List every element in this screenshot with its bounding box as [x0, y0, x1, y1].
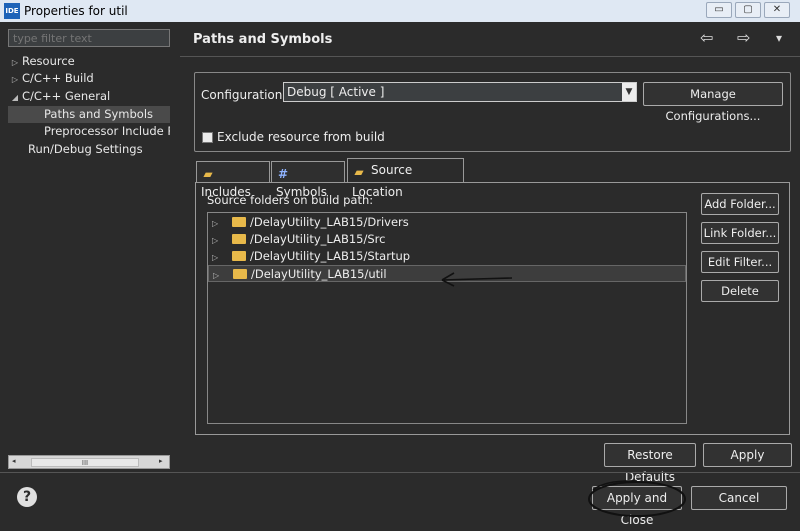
- tab-source-location[interactable]: ▰ Source Location: [347, 158, 464, 199]
- footer-divider: [0, 472, 800, 473]
- tree-item-paths-and-symbols[interactable]: Paths and Symbols: [8, 106, 170, 123]
- manage-configurations-button[interactable]: Manage Configurations...: [643, 82, 783, 123]
- apply-button[interactable]: Apply: [703, 443, 792, 467]
- restore-defaults-button[interactable]: Restore Defaults: [604, 443, 696, 484]
- tree-item-label: C/C++ Build: [22, 71, 94, 85]
- expand-icon[interactable]: ▷: [8, 71, 22, 87]
- expand-icon[interactable]: ▷: [212, 249, 226, 266]
- header-divider: [180, 56, 800, 57]
- configuration-select[interactable]: Debug [ Active ] ▼: [283, 82, 637, 102]
- hand-drawn-arrow-annotation: [441, 272, 513, 287]
- folder-icon: [232, 251, 246, 261]
- configuration-label: Configuration:: [201, 88, 287, 102]
- tab-includes[interactable]: ▰Includes: [196, 161, 270, 199]
- folder-icon: [232, 217, 246, 227]
- list-item[interactable]: ▷ /DelayUtility_LAB15/Startup: [208, 248, 686, 265]
- forward-arrow-icon[interactable]: ⇨: [737, 28, 750, 47]
- horizontal-scrollbar[interactable]: ◂ III ▸: [8, 455, 170, 469]
- link-folder-button[interactable]: Link Folder...: [701, 222, 779, 244]
- dropdown-arrow-icon[interactable]: ▼: [622, 83, 636, 101]
- tree-item-label: Paths and Symbols: [44, 107, 154, 121]
- tree-item-run-debug[interactable]: Run/Debug Settings: [8, 141, 170, 158]
- tree-item-resource[interactable]: ▷ Resource: [8, 53, 170, 70]
- back-arrow-icon[interactable]: ⇦: [700, 28, 713, 47]
- folder-path: /DelayUtility_LAB15/Drivers: [250, 215, 409, 229]
- app-icon: IDE: [4, 3, 20, 19]
- add-folder-button[interactable]: Add Folder...: [701, 193, 779, 215]
- folder-icon: [232, 234, 246, 244]
- expand-icon[interactable]: ▷: [8, 54, 22, 70]
- filter-input[interactable]: [8, 29, 170, 47]
- tree-item-cpp-build[interactable]: ▷ C/C++ Build: [8, 70, 170, 87]
- close-button[interactable]: ✕: [764, 2, 790, 18]
- scroll-left-icon[interactable]: ◂: [12, 457, 16, 465]
- tree-item-label: Preprocessor Include Pat: [44, 124, 170, 138]
- exclude-resource-checkbox[interactable]: [202, 132, 213, 143]
- delete-button[interactable]: Delete: [701, 280, 779, 302]
- hash-icon: #: [277, 167, 289, 181]
- tree-item-label: C/C++ General: [22, 89, 111, 103]
- exclude-resource-label: Exclude resource from build: [217, 130, 385, 144]
- tree-item-label: Resource: [22, 54, 75, 68]
- window-title-bar: IDE Properties for util ▭ ▢ ✕: [0, 0, 800, 22]
- tree-item-label: Run/Debug Settings: [28, 142, 143, 156]
- collapse-icon[interactable]: ◢: [8, 89, 22, 105]
- configuration-value: Debug [ Active ]: [287, 85, 385, 99]
- edit-filter-button[interactable]: Edit Filter...: [701, 251, 779, 273]
- list-item[interactable]: ▷ /DelayUtility_LAB15/Drivers: [208, 214, 686, 231]
- tree-item-preprocessor-include[interactable]: Preprocessor Include Pat: [8, 123, 170, 140]
- cancel-button[interactable]: Cancel: [691, 486, 787, 510]
- expand-icon[interactable]: ▷: [212, 215, 226, 232]
- folder-path: /DelayUtility_LAB15/Src: [250, 232, 386, 246]
- folder-icon: [233, 269, 247, 279]
- folder-icon: ▰: [354, 165, 364, 179]
- scroll-thumb[interactable]: III: [31, 458, 139, 467]
- tab-symbols[interactable]: #Symbols: [271, 161, 345, 199]
- maximize-button[interactable]: ▢: [735, 2, 761, 18]
- scroll-right-icon[interactable]: ▸: [159, 457, 163, 465]
- tree-item-cpp-general[interactable]: ◢ C/C++ General: [8, 88, 170, 105]
- hand-drawn-circle-annotation: [588, 480, 686, 517]
- help-icon[interactable]: ?: [17, 487, 37, 507]
- folder-path: /DelayUtility_LAB15/util: [251, 267, 387, 281]
- view-menu-icon[interactable]: ▾: [776, 31, 782, 45]
- expand-icon[interactable]: ▷: [213, 267, 227, 284]
- list-item[interactable]: ▷ /DelayUtility_LAB15/Src: [208, 231, 686, 248]
- window-title: Properties for util: [24, 4, 128, 18]
- expand-icon[interactable]: ▷: [212, 232, 226, 249]
- source-folders-label: Source folders on build path:: [207, 193, 374, 207]
- page-title: Paths and Symbols: [193, 32, 333, 47]
- folder-path: /DelayUtility_LAB15/Startup: [250, 249, 411, 263]
- minimize-button[interactable]: ▭: [706, 2, 732, 18]
- folder-icon: ▰: [203, 167, 213, 181]
